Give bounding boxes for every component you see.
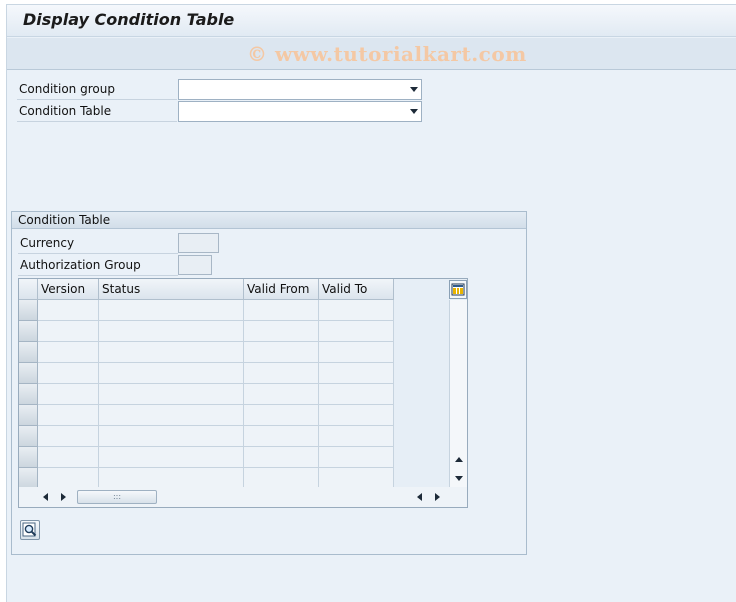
row-selector[interactable] [19,468,38,489]
table-cell[interactable] [319,447,394,468]
table-cell[interactable] [244,363,319,384]
row-selector[interactable] [19,426,38,447]
row-selector[interactable] [19,363,38,384]
table-cell[interactable] [319,384,394,405]
table-cell[interactable] [99,321,244,342]
table-cell[interactable] [99,342,244,363]
watermark-text: © www.tutorialkart.com [247,42,527,66]
arrow-left-icon[interactable] [417,493,422,501]
condition-table-dropdown[interactable] [178,101,422,122]
table-cell[interactable] [244,447,319,468]
table-cell[interactable] [319,426,394,447]
group-title: Condition Table [12,212,526,229]
table-cell[interactable] [319,468,394,489]
table-cell[interactable] [244,300,319,321]
chevron-down-icon[interactable] [410,87,418,92]
row-selector[interactable] [19,321,38,342]
row-selector[interactable] [19,342,38,363]
table-cell[interactable] [38,405,99,426]
table-cell[interactable] [244,342,319,363]
column-header-valid-from[interactable]: Valid From [244,279,319,300]
table-cell[interactable] [244,321,319,342]
horizontal-scrollbar[interactable]: ::: [19,487,467,507]
table-cell[interactable] [244,405,319,426]
table-cell[interactable] [38,363,99,384]
vertical-scrollbar[interactable] [449,300,467,487]
table-cell[interactable] [38,426,99,447]
table-cell[interactable] [319,342,394,363]
table-cell[interactable] [244,384,319,405]
scrollbar-thumb[interactable]: ::: [77,490,157,504]
condition-table-grid: Version Status Valid From Valid To::: [18,278,468,508]
table-cell[interactable] [38,384,99,405]
chevron-down-icon[interactable] [410,109,418,114]
table-cell[interactable] [319,363,394,384]
table-cell[interactable] [99,300,244,321]
title-bar: Display Condition Table [7,5,736,37]
currency-field [178,233,219,253]
table-cell[interactable] [99,426,244,447]
table-cell[interactable] [38,300,99,321]
table-cell[interactable] [99,447,244,468]
table-cell[interactable] [99,384,244,405]
table-cell[interactable] [38,468,99,489]
table-cell[interactable] [38,321,99,342]
arrow-right-icon[interactable] [61,493,66,501]
table-cell[interactable] [319,321,394,342]
row-selector[interactable] [19,447,38,468]
table-cell[interactable] [319,300,394,321]
currency-label: Currency [18,234,178,254]
column-header-version[interactable]: Version [38,279,99,300]
table-cell[interactable] [38,342,99,363]
condition-group-dropdown[interactable] [178,79,422,100]
authorization-group-field [178,255,212,275]
column-header-status[interactable]: Status [99,279,244,300]
condition-table-label: Condition Table [17,102,177,122]
table-cell[interactable] [99,363,244,384]
find-button[interactable] [20,520,40,540]
authorization-group-label: Authorization Group [18,256,178,276]
table-cell[interactable] [99,405,244,426]
find-icon [22,522,37,537]
table-cell[interactable] [319,405,394,426]
table-cell[interactable] [244,468,319,489]
sap-window: Display Condition Table © www.tutorialka… [6,4,736,602]
application-toolbar: © www.tutorialkart.com [7,38,736,70]
table-cell[interactable] [38,447,99,468]
table-cell[interactable] [244,426,319,447]
arrow-left-icon[interactable] [43,493,48,501]
arrow-up-icon[interactable] [455,457,463,462]
table-settings-icon [451,283,465,296]
select-all-header[interactable] [19,279,38,300]
table-cell[interactable] [99,468,244,489]
row-selector[interactable] [19,300,38,321]
page-title: Display Condition Table [23,10,235,29]
table-settings-button[interactable] [449,280,467,299]
row-selector[interactable] [19,405,38,426]
column-header-valid-to[interactable]: Valid To [319,279,394,300]
arrow-right-icon[interactable] [435,493,440,501]
row-selector[interactable] [19,384,38,405]
arrow-down-icon[interactable] [455,476,463,481]
condition-table-group: Condition Table Currency Authorization G… [11,211,527,555]
condition-group-label: Condition group [17,80,177,100]
